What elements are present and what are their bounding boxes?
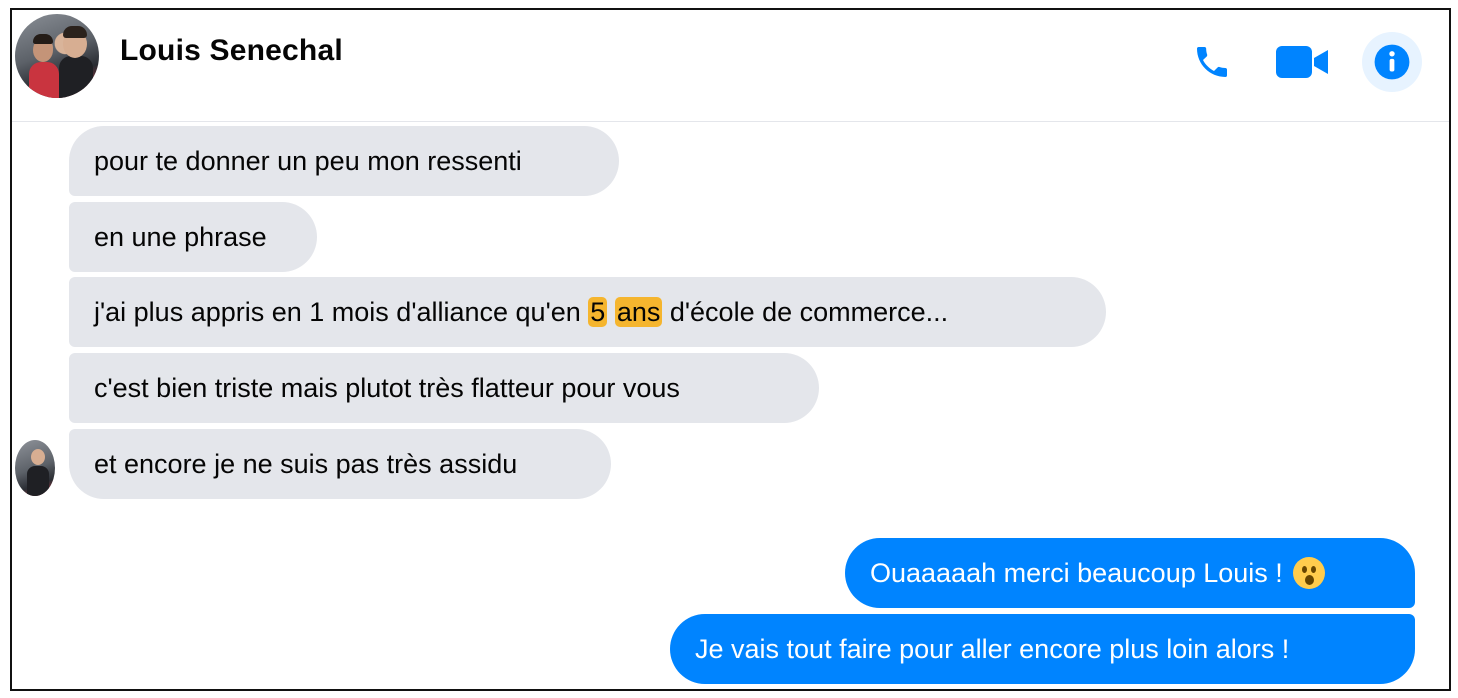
incoming-message[interactable]: c'est bien triste mais plutot très flatt… (69, 353, 819, 423)
message-text: c'est bien triste mais plutot très flatt… (94, 372, 680, 403)
highlighted-word: 5 (588, 296, 608, 327)
sender-avatar[interactable] (15, 440, 55, 496)
outgoing-message[interactable]: Ouaaaaah merci beaucoup Louis ! (845, 538, 1415, 608)
incoming-message[interactable]: et encore je ne suis pas très assidu (69, 429, 611, 499)
incoming-message[interactable]: j'ai plus appris en 1 mois d'alliance qu… (69, 277, 1106, 347)
messenger-window: Louis Senechal pour te donner un peu mon… (10, 8, 1451, 691)
incoming-message[interactable]: pour te donner un peu mon ressenti (69, 126, 619, 196)
message-text: j'ai plus appris en 1 mois d'alliance qu… (94, 296, 949, 327)
outgoing-message[interactable]: Je vais tout faire pour aller encore plu… (670, 614, 1415, 684)
video-camera-icon (1276, 46, 1328, 78)
phone-icon (1197, 47, 1227, 77)
voice-call-button[interactable] (1182, 32, 1242, 92)
video-call-button[interactable] (1272, 32, 1332, 92)
message-text: Je vais tout faire pour aller encore plu… (695, 633, 1290, 664)
message-text: Ouaaaaah merci beaucoup Louis ! (870, 557, 1283, 588)
message-text: pour te donner un peu mon ressenti (94, 145, 522, 176)
highlighted-word: ans (614, 296, 663, 327)
message-text: en une phrase (94, 221, 267, 252)
astonished-face-emoji-icon (1292, 557, 1325, 589)
message-text: et encore je ne suis pas très assidu (94, 448, 518, 479)
conversation-info-button[interactable] (1362, 32, 1422, 92)
conversation-header: Louis Senechal (12, 10, 1449, 122)
incoming-message[interactable]: en une phrase (69, 202, 317, 272)
info-icon (1374, 44, 1410, 80)
contact-name[interactable]: Louis Senechal (120, 34, 343, 68)
contact-avatar[interactable] (15, 14, 99, 98)
